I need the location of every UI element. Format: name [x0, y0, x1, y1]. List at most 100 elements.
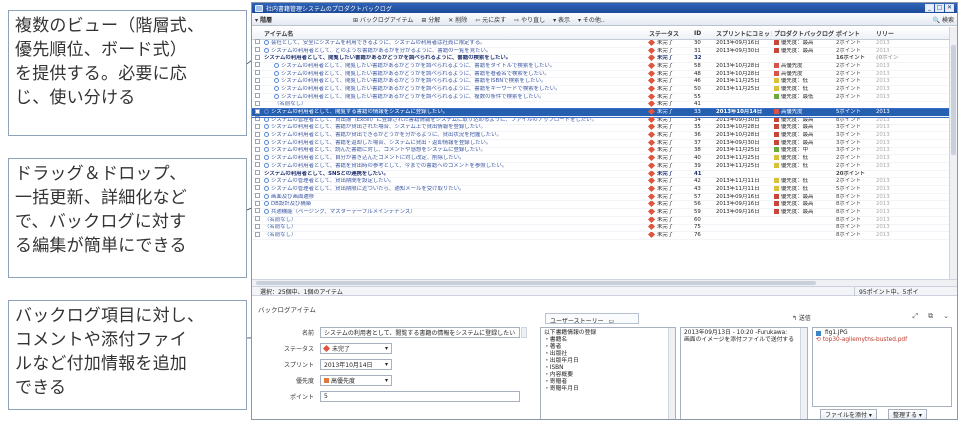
col-header-id[interactable]: ID — [692, 30, 714, 37]
table-row[interactable]: システムの管理者として、貸出期間を設定したい。 未完了 42 2013年11月11日 優… — [252, 177, 949, 187]
row-name-cell[interactable]: システムの管理者として、貸出簿（Excel）に登録された書籍情報をシステムに取り… — [262, 116, 647, 124]
checkbox-icon[interactable] — [254, 108, 260, 114]
row-name-cell[interactable]: （名前なし） — [262, 217, 647, 224]
row-name-cell[interactable]: システムの利用者として、閲覧したい書籍があるかどうかを調べられるように、書籍を著… — [262, 70, 647, 78]
table-row[interactable]: システムの管理者として、貸出期限に近づいたら、通知メールを受け取りたい。 未完了 4… — [252, 185, 949, 194]
checkbox-icon[interactable] — [254, 146, 260, 152]
checkbox-icon[interactable] — [254, 223, 260, 229]
row-name-cell[interactable]: （名前なし） — [262, 224, 647, 231]
col-header-status[interactable]: ステータス — [647, 29, 692, 38]
row-name-cell[interactable]: DB設計及び構築 — [262, 201, 647, 208]
table-row[interactable]: （名前なし） 未完了 60 8ポイント 2013 — [252, 216, 949, 225]
table-row[interactable]: DB設計及び構築 未完了 56 2013年09月16日 優先度：最高 8ポイント 2013 — [252, 200, 949, 210]
checkbox-icon[interactable] — [254, 185, 260, 191]
table-row[interactable]: システムの利用者として、書籍が貸出できるかどうかを分かるように、貸出状況を把握し… — [252, 131, 949, 140]
row-name-cell[interactable]: （名前なし） — [262, 101, 647, 108]
user-story-textarea[interactable]: 以下書籍情報の登録 ・書籍名 ・著者 ・出版社 ・出版年月日 ・ISBN ・内容概要 ・寄贈者… — [540, 327, 676, 419]
search-button[interactable]: 🔍 検索 — [933, 15, 954, 24]
row-name-cell[interactable]: システムの利用者として、閲覧したい書籍があるかどうかを調べられるように、書籍をキ… — [262, 85, 647, 93]
row-name-cell[interactable]: （名前なし） — [262, 232, 647, 239]
status-select[interactable]: 未完了 ▾ — [320, 343, 392, 354]
checkbox-icon[interactable] — [254, 200, 260, 206]
row-name-cell[interactable]: 共通機能（ページング、マスターテーブルメインテナンス） — [262, 208, 647, 216]
chevron-down-icon[interactable]: ⌄ — [943, 312, 949, 321]
table-row[interactable]: システムの利用者として、書籍を返却した場合、システムに貸出・返却情報を登録したい… — [252, 139, 949, 148]
table-row[interactable]: システムの利用者として、読んだ書籍に対し、コメントや感想をシステムに登録したい。… — [252, 146, 949, 156]
table-row[interactable]: システムの利用者として、閲覧したい書籍があるかどうかを調べられるように、複数の条… — [252, 93, 949, 102]
table-row[interactable]: システムの利用者として、自分が書き込んだコメントに対し改定、削除したい。 未完了 4… — [252, 154, 949, 163]
table-row[interactable]: （名前なし） 未完了 75 8ポイント 2013 — [252, 223, 949, 233]
attachment-item[interactable]: fig1.JPG — [816, 330, 948, 337]
checkbox-icon[interactable] — [254, 131, 260, 137]
send-button[interactable]: ↰ 送信 — [792, 313, 811, 322]
col-header-name[interactable]: アイテム名 — [262, 29, 647, 38]
breakdown-button[interactable]: ⊞ 分解 — [421, 15, 440, 24]
table-row[interactable]: （名前なし） 未完了 41 — [252, 100, 949, 110]
col-header-point[interactable]: ポイント — [834, 29, 874, 38]
table-row[interactable]: システムの利用者として、書籍が貸出された場合、システム上で貸出情報を登録したい。… — [252, 123, 949, 133]
table-row[interactable]: 画面及び画面遷移 未完了 57 2013年09月16日 優先度：最高 8ポイント 2013 — [252, 193, 949, 202]
checkbox-icon[interactable] — [254, 208, 260, 214]
maximize-button[interactable]: □ — [935, 4, 944, 12]
undo-button[interactable]: ⇦ 元に戻す — [475, 15, 506, 24]
grid-horizontal-scrollbar[interactable] — [252, 279, 957, 286]
attach-file-button[interactable]: ファイルを添付 ▾ — [820, 409, 877, 419]
checkbox-icon[interactable] — [254, 116, 260, 122]
table-row[interactable]: 会社として、安全にシステムを利用できるように、システムの利用者は社員に限定する。… — [252, 39, 949, 48]
tab-user-story[interactable]: ユーザーストーリー ▭ — [545, 313, 639, 325]
sprint-select[interactable]: 2013年10月14日 ▾ — [320, 359, 392, 370]
row-name-cell[interactable]: システムの利用者として、読んだ書籍に対し、コメントや感想をシステムに登録したい。 — [262, 147, 647, 154]
col-header-sprint[interactable]: スプリントにコミット — [714, 29, 772, 38]
table-row[interactable]: システムの利用者として、閲覧したい書籍があるかどうかを調べられるように、書籍をI… — [252, 77, 949, 87]
row-name-cell[interactable]: システムの利用者として、書籍を返却した場合、システムに貸出・返却情報を登録したい… — [262, 139, 647, 147]
col-header-release[interactable]: リリー — [874, 29, 914, 38]
delete-button[interactable]: ✕ 削除 — [448, 15, 467, 24]
table-row[interactable]: （名前なし） 未完了 76 8ポイント 2013 — [252, 231, 949, 240]
row-name-cell[interactable]: システムの利用者として、閲覧したい書籍があるかどうかを調べられるように、書籍の検… — [262, 55, 647, 62]
table-row[interactable]: システムの利用者として、書籍を貸出時の参考として、今までの書籍へのコメントを参照… — [252, 162, 949, 171]
checkbox-icon[interactable] — [254, 62, 260, 68]
table-row[interactable]: 共通機能（ページング、マスターテーブルメインテナンス） 未完了 59 2013年09月… — [252, 208, 949, 217]
table-row[interactable]: システムの利用者として、閲覧したい書籍があるかどうかを調べられるように、書籍をタ… — [252, 62, 949, 71]
table-row[interactable]: システムの利用者として、閲覧したい書籍があるかどうかを調べられるように、書籍の検… — [252, 54, 949, 64]
more-menu[interactable]: ▾ その他.. — [578, 15, 605, 24]
checkbox-icon[interactable] — [254, 162, 260, 168]
row-name-cell[interactable]: システムの利用者として、SNSとの連携をしたい。 — [262, 171, 647, 178]
row-name-cell[interactable]: システムの管理者として、貸出期間を設定したい。 — [262, 178, 647, 185]
checkbox-icon[interactable] — [254, 93, 260, 99]
table-row[interactable]: システムの管理者として、貸出簿（Excel）に登録された書籍情報をシステムに取り… — [252, 116, 949, 125]
view-selector[interactable]: ▾ 階層 — [255, 15, 345, 24]
row-expander[interactable] — [252, 231, 262, 240]
name-field-scroll[interactable] — [521, 327, 527, 338]
checkbox-icon[interactable] — [254, 177, 260, 183]
checkbox-icon[interactable] — [254, 231, 260, 237]
row-name-cell[interactable]: 会社として、安全にシステムを利用できるように、システムの利用者は社員に限定する。 — [262, 39, 647, 47]
row-name-cell[interactable]: システムの利用者として、閲覧したい書籍があるかどうかを調べられるように、書籍をI… — [262, 78, 647, 85]
row-name-cell[interactable]: 画面及び画面遷移 — [262, 193, 647, 201]
point-input[interactable]: 5 — [320, 391, 520, 402]
row-name-cell[interactable]: システムの利用者として、閲覧したい書籍があるかどうかを調べられるように、複数の条… — [262, 93, 647, 101]
checkbox-icon[interactable] — [254, 85, 260, 91]
story-scrollbar[interactable] — [668, 328, 675, 419]
minimize-button[interactable]: _ — [925, 4, 934, 12]
row-name-cell[interactable]: システムの利用者として、閲覧したい書籍があるかどうかを調べられるように、書籍をタ… — [262, 62, 647, 70]
row-name-cell[interactable]: システムの利用者として、どのような書籍があるかを分かるように、書籍の一覧を見たい… — [262, 47, 647, 55]
checkbox-icon[interactable] — [254, 154, 260, 160]
checkbox-icon[interactable] — [254, 70, 260, 76]
row-name-cell[interactable]: システムの管理者として、貸出期限に近づいたら、通知メールを受け取りたい。 — [262, 185, 647, 193]
table-row[interactable]: システムの利用者として、SNSとの連携をしたい。 未完了 41 20ポイント — [252, 170, 949, 179]
attachment-item[interactable]: ⟲ top30-agilemyths-busted.pdf — [816, 337, 948, 344]
close-button[interactable]: ✕ — [945, 4, 954, 12]
display-menu[interactable]: ▾ 表示 — [553, 15, 570, 24]
checkbox-icon[interactable] — [254, 123, 260, 129]
organize-button[interactable]: 整理する ▾ — [888, 409, 927, 419]
grid-vertical-scrollbar[interactable] — [949, 27, 957, 279]
checkbox-icon[interactable] — [254, 100, 260, 106]
checkbox-icon[interactable] — [254, 193, 260, 199]
name-field[interactable]: システムの利用者として、閲覧する書籍の情報をシステムに登録したい — [320, 327, 520, 338]
table-row[interactable]: システムの利用者として、閲覧する書籍の情報をシステムに登録したい。 未完了 33 20… — [252, 108, 949, 118]
checkbox-icon[interactable] — [254, 139, 260, 145]
table-row[interactable]: システムの利用者として、閲覧したい書籍があるかどうかを調べられるように、書籍を著… — [252, 70, 949, 79]
row-name-cell[interactable]: システムの利用者として、書籍が貸出された場合、システム上で貸出情報を登録したい。 — [262, 124, 647, 131]
checkbox-icon[interactable] — [254, 216, 260, 222]
